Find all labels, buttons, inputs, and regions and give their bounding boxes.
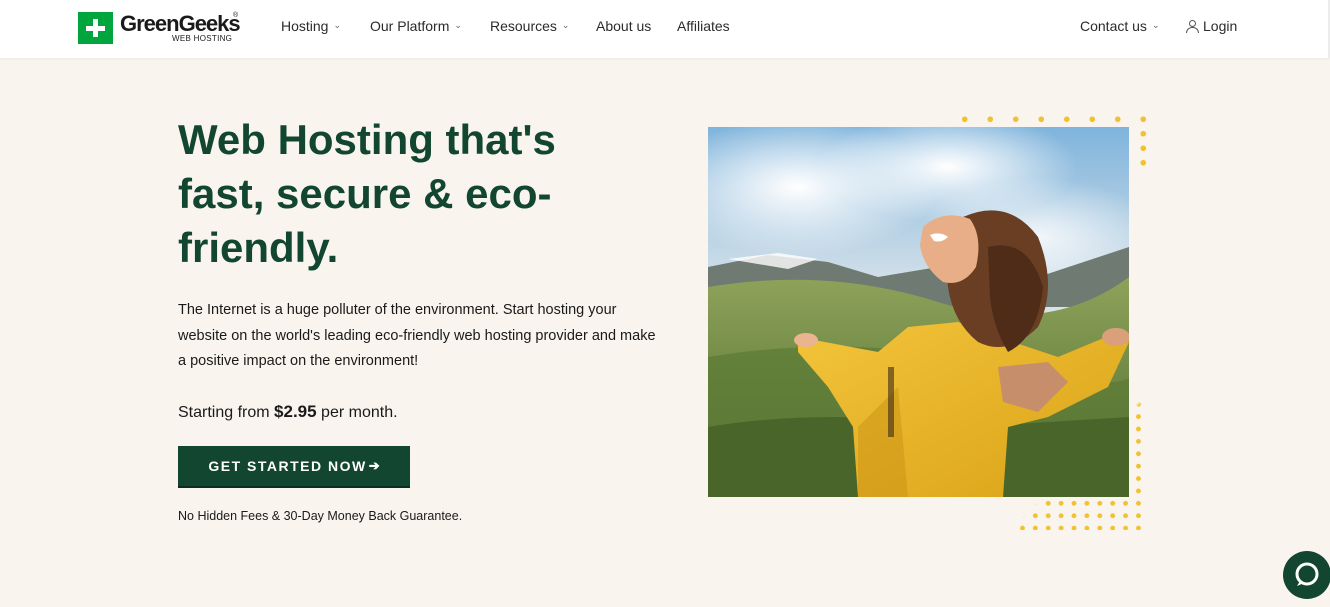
chat-bubble-icon: [1295, 562, 1319, 586]
user-icon: [1186, 20, 1199, 33]
login-label: Login: [1203, 18, 1238, 34]
nav-hosting[interactable]: Hosting ⌄: [281, 18, 341, 34]
nav-our-platform[interactable]: Our Platform ⌄: [370, 18, 462, 34]
nav-about-us[interactable]: About us: [596, 18, 651, 34]
nav-affiliates-label: Affiliates: [677, 18, 730, 34]
chevron-down-icon: ⌄: [1151, 19, 1160, 30]
get-started-label: GET STARTED NOW: [208, 458, 367, 474]
site-header: GreenGeeks ® WEB HOSTING Hosting ⌄ Our P…: [0, 0, 1330, 58]
chevron-down-icon: ⌄: [333, 19, 342, 30]
logo-registered-mark: ®: [233, 12, 239, 19]
login-link[interactable]: Login: [1186, 18, 1237, 34]
plus-icon: [78, 12, 113, 44]
guarantee-text: No Hidden Fees & 30-Day Money Back Guara…: [178, 509, 463, 523]
chevron-down-icon: ⌄: [561, 19, 570, 30]
price-prefix: Starting from: [178, 404, 270, 421]
chat-button[interactable]: [1283, 551, 1330, 599]
price-amount: $2.95: [274, 402, 317, 421]
logo-subtitle: WEB HOSTING: [172, 34, 233, 43]
greengeeks-logo[interactable]: GreenGeeks ® WEB HOSTING: [78, 11, 243, 46]
nav-resources-label: Resources: [490, 18, 557, 34]
get-started-button[interactable]: GET STARTED NOW ➔: [178, 446, 410, 488]
hero-title: Web Hosting that's fast, secure & eco-fr…: [178, 116, 556, 271]
nav-contact-us[interactable]: Contact us ⌄: [1080, 18, 1159, 34]
hero-description: The Internet is a huge polluter of the e…: [178, 302, 656, 369]
nav-our-platform-label: Our Platform: [370, 18, 450, 34]
hero-photo: [708, 127, 1129, 497]
nav-hosting-label: Hosting: [281, 18, 329, 34]
chevron-down-icon: ⌄: [454, 19, 462, 30]
nav-affiliates[interactable]: Affiliates: [677, 18, 730, 34]
nav-about-us-label: About us: [596, 18, 652, 34]
price-suffix: per month.: [321, 404, 398, 421]
nav-contact-us-label: Contact us: [1080, 18, 1147, 34]
nav-resources[interactable]: Resources ⌄: [490, 18, 569, 34]
hero-price: Starting from $2.95 per month.: [178, 402, 398, 422]
arrow-right-icon: ➔: [368, 458, 380, 473]
